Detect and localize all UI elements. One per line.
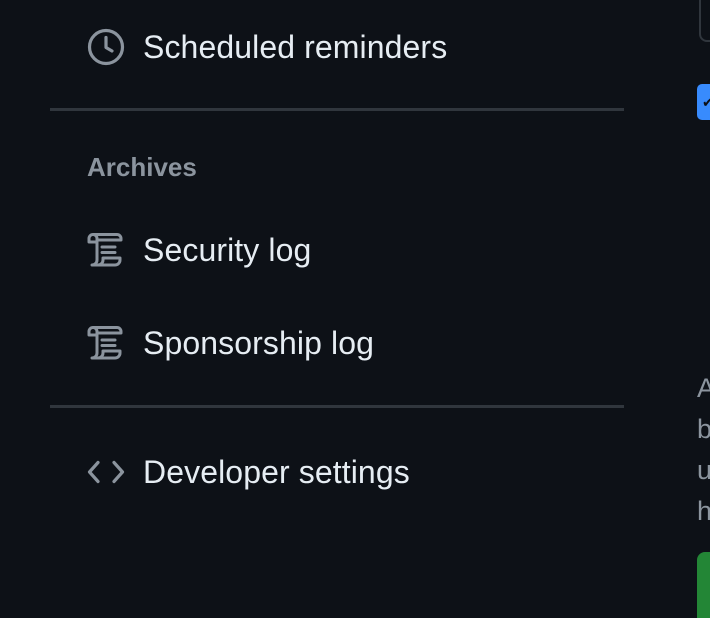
checkbox[interactable]: ✔ xyxy=(697,84,710,120)
clipped-text-line: h xyxy=(697,496,710,526)
settings-sidebar: Scheduled reminders Archives Security lo… xyxy=(0,0,660,618)
sidebar-item-sponsorship-log[interactable]: Sponsorship log xyxy=(86,313,626,373)
archives-heading: Archives xyxy=(87,152,197,182)
sidebar-item-developer-settings[interactable]: Developer settings xyxy=(86,442,626,502)
primary-button-edge[interactable] xyxy=(697,552,710,618)
clipped-text-line: b xyxy=(697,414,710,444)
sidebar-item-label: Developer settings xyxy=(143,453,410,490)
sidebar-item-label: Scheduled reminders xyxy=(143,28,448,65)
sidebar-item-label: Sponsorship log xyxy=(143,324,374,361)
check-icon: ✔ xyxy=(702,94,710,110)
code-icon xyxy=(86,452,126,492)
input-box-edge[interactable] xyxy=(699,0,710,42)
clipped-text-line: u xyxy=(697,455,710,485)
sidebar-item-scheduled-reminders[interactable]: Scheduled reminders xyxy=(86,17,626,77)
sidebar-divider xyxy=(50,108,624,111)
clock-icon xyxy=(86,27,126,67)
sidebar-item-security-log[interactable]: Security log xyxy=(86,220,626,280)
sidebar-item-label: Security log xyxy=(143,231,312,268)
log-icon xyxy=(86,230,126,270)
sidebar-divider xyxy=(50,405,624,408)
clipped-text-line: A xyxy=(697,373,710,403)
log-icon xyxy=(86,323,126,363)
settings-page: Scheduled reminders Archives Security lo… xyxy=(0,0,710,618)
